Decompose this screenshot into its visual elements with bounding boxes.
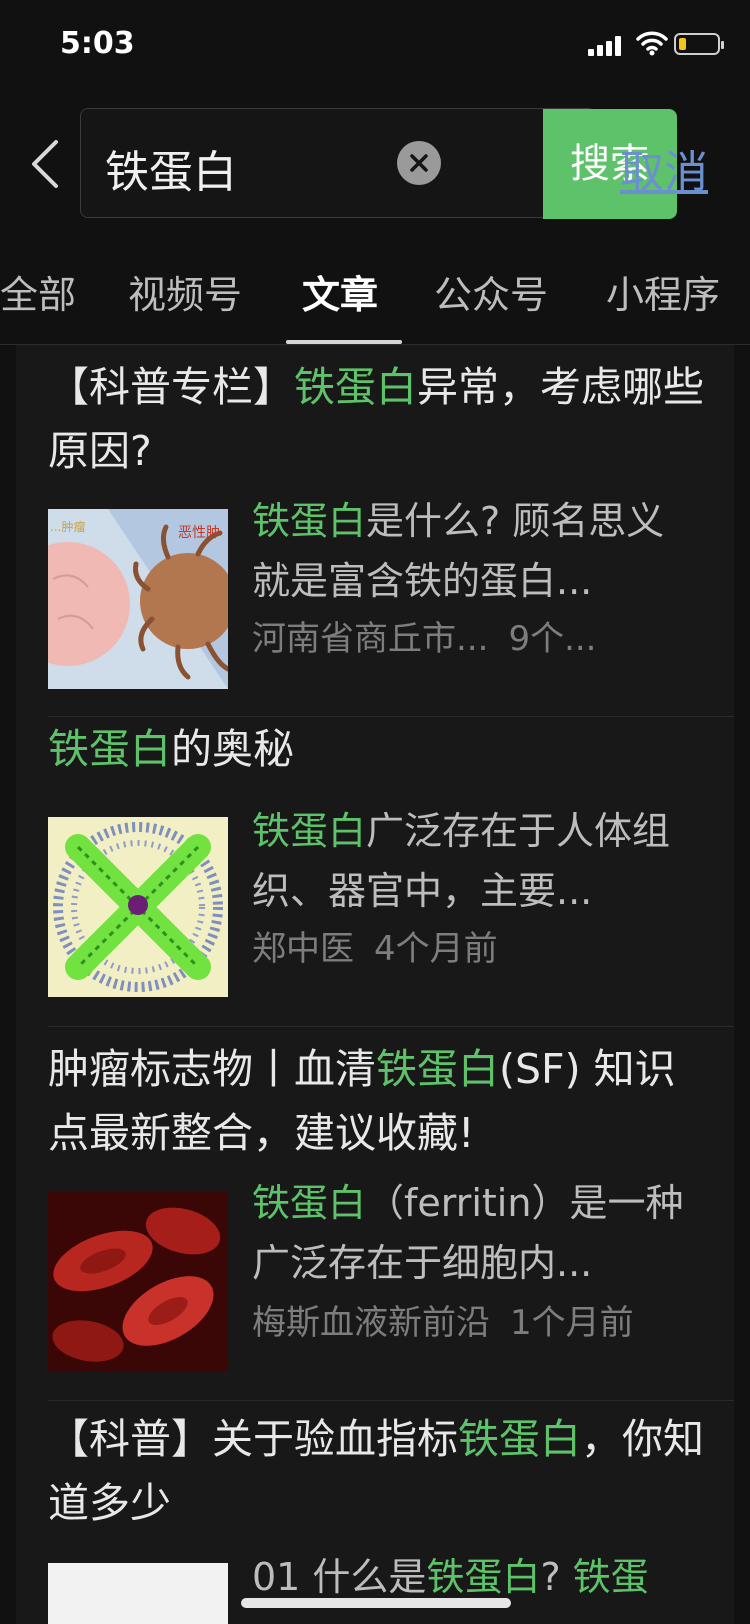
list-item[interactable]: 肿瘤标志物丨血清铁蛋白(SF) 知识点最新整合，建议收藏! 铁蛋白（ferrit…: [16, 1027, 734, 1401]
article-snippet: 铁蛋白（ferritin）是一种广泛存在于细胞内...: [252, 1181, 684, 1285]
article-time: 9个...: [508, 619, 597, 659]
tab-all[interactable]: 全部: [0, 264, 76, 319]
close-icon: [410, 154, 428, 172]
article-meta: 郑中医 4个月前: [252, 921, 498, 970]
status-time: 5:03: [60, 26, 135, 61]
home-indicator: [241, 1598, 511, 1608]
list-item[interactable]: 铁蛋白的奥秘 铁蛋白广泛存在于人体组织、器官中，主要... 郑中医 4个月前: [16, 717, 734, 1027]
article-thumbnail[interactable]: [48, 1191, 228, 1371]
list-item[interactable]: 【科普专栏】铁蛋白异常，考虑哪些原因? 恶性肿 ...肿瘤 铁蛋白是什么? 顾名…: [16, 345, 734, 717]
tab-mini-programs[interactable]: 小程序: [606, 264, 720, 319]
article-meta: 河南省商丘市... 9个...: [252, 611, 597, 660]
search-query[interactable]: 铁蛋白: [105, 136, 237, 200]
clear-search-button[interactable]: [397, 141, 441, 185]
article-source: 梅斯血液新前沿: [252, 1303, 490, 1343]
tab-official-accounts[interactable]: 公众号: [434, 264, 548, 319]
back-button[interactable]: [26, 138, 62, 190]
article-time: 1个月前: [510, 1303, 634, 1343]
list-item[interactable]: 【科普】关于验血指标铁蛋白，你知道多少 01 什么是铁蛋白? 铁蛋: [16, 1401, 734, 1624]
article-title[interactable]: 铁蛋白的奥秘: [48, 717, 708, 781]
svg-text:...肿瘤: ...肿瘤: [50, 519, 85, 534]
tab-channels[interactable]: 视频号: [128, 264, 242, 319]
article-source: 河南省商丘市...: [252, 619, 489, 659]
tab-bar: 全部 视频号 文章 公众号 小程序: [0, 248, 750, 345]
wifi-icon: [636, 31, 668, 56]
cellular-signal-icon: [588, 36, 621, 56]
article-time: 4个月前: [374, 929, 498, 969]
svg-text:恶性肿: 恶性肿: [178, 525, 220, 541]
article-list: 【科普专栏】铁蛋白异常，考虑哪些原因? 恶性肿 ...肿瘤 铁蛋白是什么? 顾名…: [16, 345, 734, 1624]
battery-icon: [674, 33, 724, 55]
cancel-button[interactable]: 取消: [620, 136, 708, 200]
article-title[interactable]: 【科普】关于验血指标铁蛋白，你知道多少: [48, 1407, 708, 1535]
search-bar: 铁蛋白 搜索 取消: [0, 108, 750, 220]
article-source: 郑中医: [252, 929, 354, 969]
article-snippet: 铁蛋白广泛存在于人体组织、器官中，主要...: [252, 809, 671, 913]
article-thumbnail[interactable]: [48, 817, 228, 997]
status-bar: 5:03: [0, 0, 750, 90]
tab-articles[interactable]: 文章: [302, 264, 378, 319]
article-thumbnail[interactable]: 恶性肿 ...肿瘤: [48, 509, 228, 689]
search-input[interactable]: 铁蛋白 搜索: [80, 108, 677, 219]
article-title[interactable]: 【科普专栏】铁蛋白异常，考虑哪些原因?: [48, 355, 708, 483]
active-tab-indicator: [286, 340, 402, 344]
article-meta: 梅斯血液新前沿 1个月前: [252, 1295, 634, 1344]
article-title[interactable]: 肿瘤标志物丨血清铁蛋白(SF) 知识点最新整合，建议收藏!: [48, 1037, 708, 1165]
article-thumbnail[interactable]: [48, 1563, 228, 1624]
article-snippet: 铁蛋白是什么? 顾名思义就是富含铁的蛋白...: [252, 499, 665, 603]
